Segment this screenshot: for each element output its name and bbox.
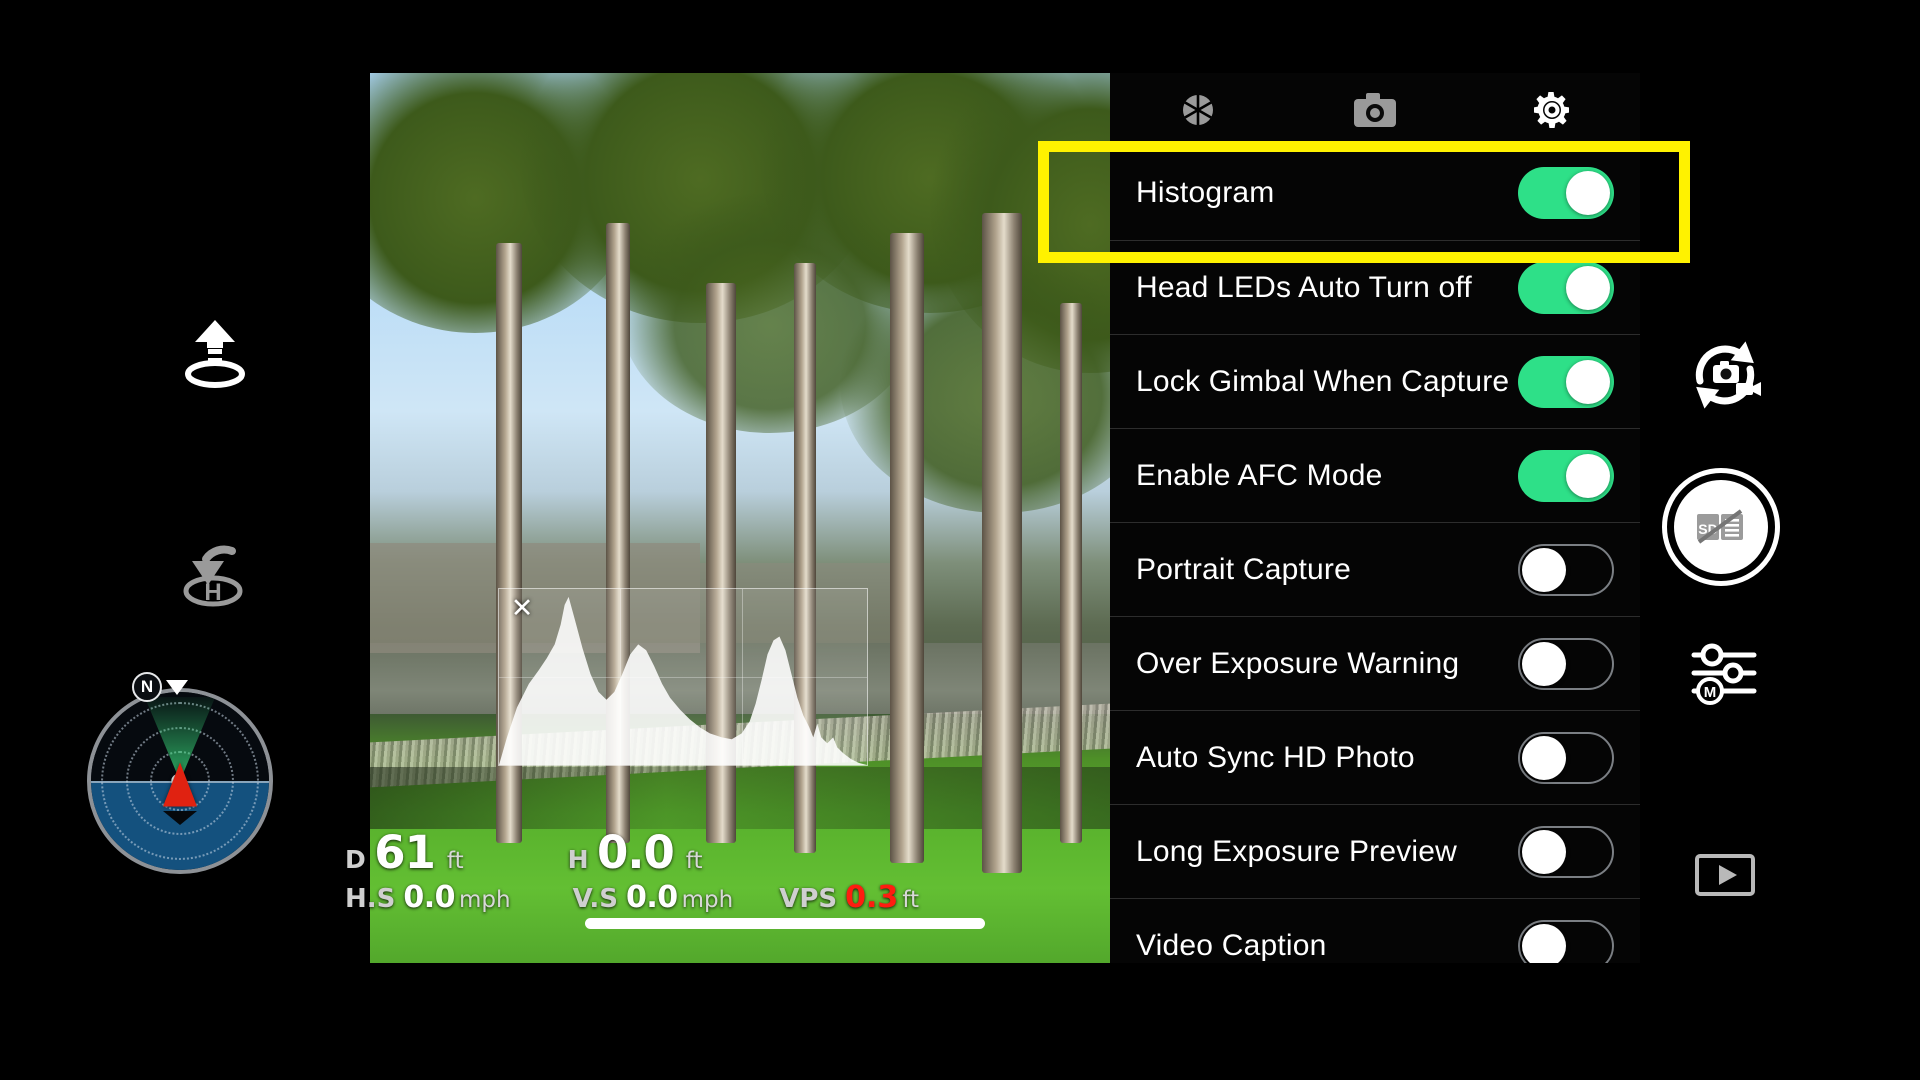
sd-card-slash-icon: SD	[1697, 509, 1743, 544]
toggle-knob	[1522, 923, 1566, 963]
toggle-knob	[1566, 265, 1610, 310]
camera-settings-button[interactable]: M	[1665, 628, 1785, 718]
switch-camera-mode-button[interactable]	[1665, 330, 1785, 420]
histogram-curve	[499, 596, 867, 765]
toggle-knob	[1522, 547, 1566, 592]
telemetry-row-primary: D 61 ft H 0.0 ft	[345, 826, 1105, 879]
toggle-knob	[1522, 735, 1566, 780]
aperture-icon	[1183, 94, 1214, 125]
vps-value: 0.3	[845, 880, 899, 915]
tab-exposure[interactable]	[1110, 73, 1287, 146]
height-value: 0.0	[597, 826, 675, 879]
tab-camera[interactable]	[1287, 73, 1464, 146]
settings-row-label: Long Exposure Preview	[1136, 834, 1458, 868]
height-unit: ft	[685, 848, 703, 874]
distance-unit: ft	[446, 848, 464, 874]
settings-row-label: Video Caption	[1136, 928, 1327, 962]
hspeed-unit: mph	[459, 887, 511, 913]
settings-row-label: Portrait Capture	[1136, 552, 1351, 586]
shutter-inner-disc: SD	[1674, 480, 1768, 574]
camera-icon	[1354, 92, 1396, 127]
vspeed-unit: mph	[681, 887, 734, 913]
return-to-home-icon: H	[183, 545, 243, 607]
radar-north-pointer-icon	[166, 680, 188, 695]
takeoff-button[interactable]	[150, 310, 280, 400]
vps-unit: ft	[902, 887, 920, 913]
settings-row[interactable]: Enable AFC Mode	[1110, 428, 1640, 522]
toggle-knob	[1566, 171, 1610, 215]
settings-row-label: Auto Sync HD Photo	[1136, 740, 1415, 774]
vspeed-label: V.S	[572, 884, 618, 914]
settings-row[interactable]: Video Caption	[1110, 898, 1640, 963]
settings-row-toggle[interactable]	[1518, 167, 1614, 219]
palm-trunk	[890, 233, 924, 863]
distance-label: D	[345, 845, 367, 874]
settings-row-label: Enable AFC Mode	[1136, 458, 1383, 492]
camera-settings-sliders-icon: M	[1691, 643, 1757, 705]
settings-tab-bar[interactable]	[1110, 73, 1640, 146]
distance-value: 61	[374, 826, 436, 879]
settings-row-toggle[interactable]	[1518, 825, 1614, 878]
settings-row-toggle[interactable]	[1518, 919, 1614, 963]
toggle-knob	[1566, 359, 1610, 404]
hspeed-value: 0.0	[403, 880, 456, 915]
settings-row-toggle[interactable]	[1518, 355, 1614, 408]
vspeed-value: 0.0	[626, 880, 678, 915]
settings-row-toggle[interactable]	[1518, 731, 1614, 784]
hspeed-label: H.S	[345, 884, 396, 914]
toggle-knob	[1566, 453, 1610, 498]
settings-row-label: Histogram	[1136, 176, 1275, 209]
height-label: H	[567, 845, 590, 874]
toggle-knob	[1522, 829, 1566, 874]
settings-row[interactable]: Histogram	[1110, 146, 1640, 240]
tab-general[interactable]	[1463, 73, 1640, 146]
settings-row[interactable]: Auto Sync HD Photo	[1110, 710, 1640, 804]
settings-row-toggle[interactable]	[1518, 449, 1614, 502]
takeoff-icon	[185, 320, 245, 388]
vps-label: VPS	[779, 884, 838, 914]
svg-text:M: M	[1704, 684, 1717, 701]
radar-aircraft-arrow	[163, 762, 197, 807]
radar-compass-widget[interactable]	[87, 688, 273, 874]
settings-row[interactable]: Over Exposure Warning	[1110, 616, 1640, 710]
settings-row[interactable]: Long Exposure Preview	[1110, 804, 1640, 898]
shutter-button[interactable]: SD	[1662, 468, 1780, 586]
settings-row[interactable]: Head LEDs Auto Turn off	[1110, 240, 1640, 334]
return-to-home-button[interactable]: H	[150, 530, 280, 620]
settings-row[interactable]: Lock Gimbal When Capture	[1110, 334, 1640, 428]
camera-settings-panel[interactable]: Histogram Head LEDs Auto Turn off Lock Gim…	[1110, 73, 1640, 963]
switch-photo-video-icon	[1695, 341, 1761, 409]
palm-trunk	[982, 213, 1022, 873]
palm-trunk	[1060, 303, 1082, 843]
radar-aircraft-notch	[163, 811, 197, 825]
settings-row-toggle[interactable]	[1518, 637, 1614, 690]
radar-north-badge: N	[132, 672, 162, 702]
playback-icon	[1695, 854, 1755, 896]
home-indicator-bar	[585, 918, 985, 929]
settings-row-toggle[interactable]	[1518, 543, 1614, 596]
toggle-knob	[1522, 641, 1566, 686]
telemetry-overlay: D 61 ft H 0.0 ft H.S 0.0 mph V.S 0.0 mph…	[345, 826, 1105, 922]
telemetry-row-secondary: H.S 0.0 mph V.S 0.0 mph VPS 0.3 ft	[345, 880, 1105, 922]
settings-list[interactable]: Histogram Head LEDs Auto Turn off Lock Gim…	[1110, 146, 1640, 963]
gear-icon	[1533, 91, 1569, 128]
settings-row[interactable]: Portrait Capture	[1110, 522, 1640, 616]
settings-row-toggle[interactable]	[1518, 261, 1614, 314]
playback-button[interactable]	[1665, 830, 1785, 920]
settings-row-label: Lock Gimbal When Capture	[1136, 364, 1510, 398]
histogram-close-icon[interactable]: ✕	[509, 595, 535, 622]
settings-row-label: Head LEDs Auto Turn off	[1136, 270, 1472, 304]
settings-row-label: Over Exposure Warning	[1136, 646, 1460, 680]
histogram-panel[interactable]: ✕	[498, 588, 868, 766]
drone-app-root: ✕ D 61 ft H 0.0 ft H.S 0.0 mph V.S 0.0 m…	[0, 0, 1920, 1080]
